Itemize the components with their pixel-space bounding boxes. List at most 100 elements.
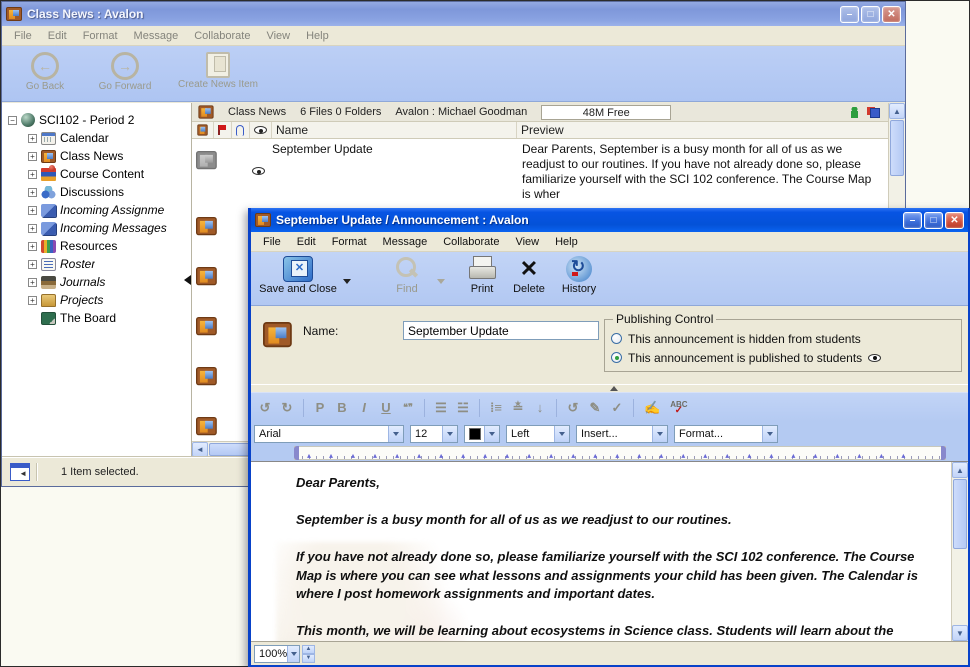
font-size-dropdown[interactable]: 12 bbox=[410, 425, 458, 443]
scroll-up-arrow[interactable]: ▲ bbox=[952, 462, 968, 478]
delete-button[interactable]: ✕ Delete bbox=[505, 255, 553, 296]
expand-icon[interactable]: + bbox=[28, 296, 37, 305]
move-down-icon[interactable]: ↓ bbox=[534, 400, 546, 415]
right-indent-marker[interactable] bbox=[941, 446, 946, 460]
announcement-titlebar[interactable]: September Update / Announcement : Avalon… bbox=[251, 208, 968, 232]
expand-icon[interactable]: + bbox=[28, 278, 37, 287]
expand-icon[interactable]: + bbox=[28, 206, 37, 215]
column-name[interactable]: Name bbox=[272, 122, 517, 138]
dropdown-arrow-icon[interactable] bbox=[762, 426, 777, 442]
column-preview[interactable]: Preview bbox=[517, 122, 905, 138]
menu-collaborate[interactable]: Collaborate bbox=[186, 28, 258, 44]
presence-person-icon[interactable] bbox=[851, 107, 858, 118]
name-input[interactable] bbox=[403, 321, 599, 340]
tree-item-journals[interactable]: + Journals bbox=[2, 273, 191, 291]
column-flag[interactable] bbox=[214, 122, 232, 138]
menu-file[interactable]: File bbox=[255, 234, 289, 250]
print-button[interactable]: Print bbox=[459, 255, 505, 296]
radio-button-unchecked[interactable] bbox=[611, 333, 622, 344]
column-item-icon[interactable] bbox=[192, 122, 214, 138]
radio-published-to-students[interactable]: This announcement is published to studen… bbox=[611, 348, 955, 367]
dropdown-arrow-icon[interactable] bbox=[287, 646, 299, 662]
font-color-dropdown[interactable] bbox=[464, 425, 500, 443]
indent-icon[interactable]: ⁞≡ bbox=[490, 400, 502, 415]
find-button[interactable]: Find bbox=[379, 255, 435, 296]
zoom-spinner[interactable]: ▲ ▼ bbox=[302, 645, 315, 663]
expand-icon[interactable]: + bbox=[28, 260, 37, 269]
save-and-close-button[interactable]: Save and Close bbox=[255, 255, 341, 296]
italic-icon[interactable]: I bbox=[358, 400, 370, 415]
dropdown-arrow-icon[interactable] bbox=[442, 426, 457, 442]
minimize-button[interactable]: – bbox=[840, 6, 859, 23]
undo-icon[interactable]: ↺ bbox=[259, 400, 271, 416]
tree-item-incoming-messages[interactable]: + Incoming Messages bbox=[2, 219, 191, 237]
radio-button-checked[interactable] bbox=[611, 352, 622, 363]
spellcheck-icon[interactable]: ABC bbox=[670, 401, 687, 415]
menu-view[interactable]: View bbox=[258, 28, 298, 44]
menu-help[interactable]: Help bbox=[547, 234, 586, 250]
view-panes-icon[interactable] bbox=[867, 107, 880, 118]
redo-icon[interactable]: ↻ bbox=[281, 400, 293, 416]
history-button[interactable]: History bbox=[553, 255, 605, 296]
menu-message[interactable]: Message bbox=[375, 234, 436, 250]
tree-root-sci102[interactable]: − SCI102 - Period 2 bbox=[2, 111, 191, 129]
menu-view[interactable]: View bbox=[507, 234, 547, 250]
revert-icon[interactable]: ↺ bbox=[567, 400, 579, 416]
pen-icon[interactable]: ✎ bbox=[589, 400, 601, 416]
scrollbar-thumb[interactable] bbox=[953, 479, 967, 549]
message-body-text[interactable]: Dear Parents, September is a busy month … bbox=[296, 474, 928, 641]
expand-icon[interactable]: + bbox=[28, 134, 37, 143]
menu-collaborate[interactable]: Collaborate bbox=[435, 234, 507, 250]
tree-item-resources[interactable]: + Resources bbox=[2, 237, 191, 255]
format-dropdown[interactable]: Format... bbox=[674, 425, 778, 443]
dropdown-arrow-icon[interactable] bbox=[554, 426, 569, 442]
spinner-up-icon[interactable]: ▲ bbox=[302, 645, 315, 654]
column-published[interactable] bbox=[250, 122, 272, 138]
menu-format[interactable]: Format bbox=[324, 234, 375, 250]
zoom-level-dropdown[interactable]: 100% bbox=[254, 645, 300, 663]
close-button[interactable]: ✕ bbox=[882, 6, 901, 23]
expand-icon[interactable]: + bbox=[28, 152, 37, 161]
spacing-icon[interactable]: ≛ bbox=[512, 400, 524, 416]
tree-item-roster[interactable]: + Roster bbox=[2, 255, 191, 273]
maximize-button[interactable]: □ bbox=[861, 6, 880, 23]
status-window-icon[interactable] bbox=[10, 463, 30, 481]
close-button[interactable]: ✕ bbox=[945, 212, 964, 229]
expand-icon[interactable]: + bbox=[28, 188, 37, 197]
minimize-button[interactable]: – bbox=[903, 212, 922, 229]
save-dropdown-arrow[interactable] bbox=[343, 279, 351, 284]
left-indent-marker[interactable] bbox=[294, 446, 299, 460]
create-news-item-button[interactable]: Create News Item bbox=[168, 50, 268, 90]
tree-item-course-content[interactable]: + Course Content bbox=[2, 165, 191, 183]
tree-item-projects[interactable]: + Projects bbox=[2, 291, 191, 309]
column-attachment[interactable] bbox=[232, 122, 250, 138]
tree-item-calendar[interactable]: + Calendar bbox=[2, 129, 191, 147]
expand-icon[interactable]: + bbox=[28, 170, 37, 179]
scroll-down-arrow[interactable]: ▼ bbox=[952, 625, 968, 641]
bullet-list-icon[interactable]: ☱ bbox=[457, 400, 469, 416]
ruler[interactable]: ▴▴▴▴▴▴▴▴▴▴▴▴▴▴▴▴▴▴▴▴▴▴▴▴▴▴▴▴ bbox=[251, 445, 968, 461]
font-family-dropdown[interactable]: Arial bbox=[254, 425, 404, 443]
insert-dropdown[interactable]: Insert... bbox=[576, 425, 668, 443]
underline-icon[interactable]: U bbox=[380, 400, 392, 415]
form-collapse-sash[interactable] bbox=[251, 384, 968, 392]
menu-file[interactable]: File bbox=[6, 28, 40, 44]
tree-item-incoming-assignments[interactable]: + Incoming Assignme bbox=[2, 201, 191, 219]
maximize-button[interactable]: □ bbox=[924, 212, 943, 229]
bold-icon[interactable]: B bbox=[336, 400, 348, 415]
alignment-dropdown[interactable]: Left bbox=[506, 425, 570, 443]
dropdown-arrow-icon[interactable] bbox=[484, 426, 499, 442]
menu-edit[interactable]: Edit bbox=[289, 234, 324, 250]
collapse-icon[interactable]: − bbox=[8, 116, 17, 125]
approve-pen-icon[interactable]: ✓ bbox=[611, 400, 623, 416]
find-dropdown-arrow[interactable] bbox=[437, 279, 445, 284]
splitter-collapse-arrow[interactable] bbox=[184, 275, 191, 285]
menu-help[interactable]: Help bbox=[298, 28, 337, 44]
quote-style-icon[interactable]: ❝❞ bbox=[402, 402, 414, 413]
class-news-titlebar[interactable]: Class News : Avalon – □ ✕ bbox=[2, 2, 905, 26]
tree-item-the-board[interactable]: + The Board bbox=[2, 309, 191, 327]
plain-style-icon[interactable]: P bbox=[314, 400, 326, 415]
menu-format[interactable]: Format bbox=[75, 28, 126, 44]
tree-item-class-news[interactable]: + Class News bbox=[2, 147, 191, 165]
spinner-down-icon[interactable]: ▼ bbox=[302, 654, 315, 663]
